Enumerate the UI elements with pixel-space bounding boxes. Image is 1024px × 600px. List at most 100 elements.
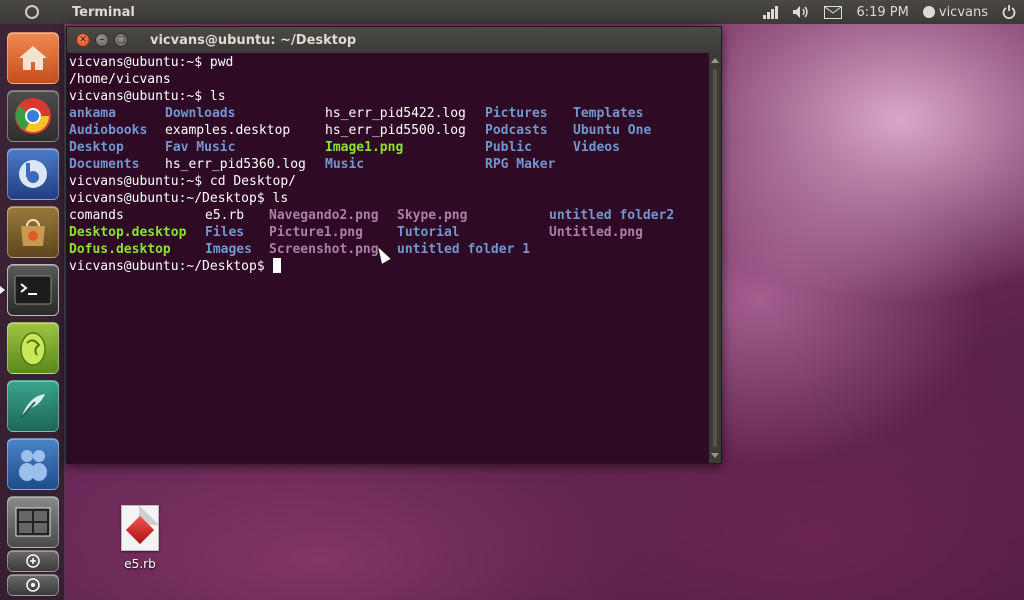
launcher-ankama[interactable] bbox=[7, 438, 59, 490]
ls-entry: Public bbox=[485, 140, 532, 155]
apps-icon bbox=[26, 554, 40, 568]
launcher-applications[interactable] bbox=[7, 550, 59, 572]
ls-entry: Skype.png bbox=[397, 208, 468, 223]
network-signal-icon[interactable] bbox=[763, 5, 779, 19]
terminal-line: vicvans@ubuntu:~$ cd Desktop/ bbox=[69, 173, 709, 190]
terminal-window[interactable]: ✕ – □ vicvans@ubuntu: ~/Desktop vicvans@… bbox=[66, 26, 722, 464]
ls-entry: Documents bbox=[69, 157, 140, 172]
maximize-button[interactable]: □ bbox=[114, 33, 128, 47]
ls-entry: comands bbox=[69, 208, 124, 223]
ls-entry: untitled folder 1 bbox=[397, 242, 531, 257]
home-icon bbox=[19, 46, 47, 70]
ls-entry: Tutorial bbox=[397, 225, 460, 240]
close-icon: ✕ bbox=[79, 34, 87, 45]
launcher-chromium[interactable] bbox=[7, 90, 59, 142]
ls-output-row: comands e5.rb Navegando2.png Skype.png untit… bbox=[69, 207, 709, 224]
shopping-bag-icon bbox=[21, 219, 45, 246]
launcher-rpg-maker[interactable] bbox=[7, 380, 59, 432]
launcher-terminal[interactable] bbox=[7, 264, 59, 316]
ls-entry: Desktop.desktop bbox=[69, 225, 187, 240]
ls-entry: hs_err_pid5360.log bbox=[165, 157, 306, 172]
chat-icon bbox=[19, 160, 47, 188]
ruby-file-icon bbox=[121, 505, 159, 551]
launcher-home-folder[interactable] bbox=[7, 32, 59, 84]
close-button[interactable]: ✕ bbox=[76, 33, 90, 47]
ls-entry: hs_err_pid5422.log bbox=[325, 106, 466, 121]
user-name: vicvans bbox=[938, 4, 988, 20]
ubuntu-logo-icon bbox=[25, 5, 39, 19]
ls-entry: Podcasts bbox=[485, 123, 548, 138]
ls-entry: Screenshot.png bbox=[269, 242, 379, 257]
ls-entry: hs_err_pid5500.log bbox=[325, 123, 466, 138]
ls-entry: Templates bbox=[573, 106, 644, 121]
scroll-up-arrow-icon[interactable] bbox=[711, 58, 719, 63]
terminal-line: /home/vicvans bbox=[69, 71, 709, 88]
ls-entry: Navegando2.png bbox=[269, 208, 379, 223]
desktop-icon-e5-rb[interactable]: e5.rb bbox=[110, 505, 170, 571]
launcher-software-center[interactable] bbox=[7, 206, 59, 258]
prompt-text: vicvans@ubuntu:~/Desktop$ bbox=[69, 259, 273, 274]
ls-entry: untitled folder2 bbox=[549, 208, 675, 223]
terminal-titlebar[interactable]: ✕ – □ vicvans@ubuntu: ~/Desktop bbox=[67, 27, 721, 53]
minimize-icon: – bbox=[99, 34, 105, 45]
ls-entry: Files bbox=[205, 225, 245, 240]
launcher-pidgin[interactable] bbox=[7, 148, 59, 200]
scroll-track[interactable] bbox=[713, 69, 717, 447]
ls-entry: Desktop bbox=[69, 140, 124, 155]
line-text: vicvans@ubuntu:~$ ls bbox=[69, 89, 226, 104]
line-text: /home/vicvans bbox=[69, 72, 171, 87]
launcher-workspace-switcher[interactable] bbox=[7, 496, 59, 548]
files-icon bbox=[26, 578, 40, 592]
window-title: vicvans@ubuntu: ~/Desktop bbox=[150, 32, 357, 48]
ls-entry: Picture1.png bbox=[269, 225, 363, 240]
terminal-line: vicvans@ubuntu:~$ ls bbox=[69, 88, 709, 105]
ls-entry: Pictures bbox=[485, 106, 548, 121]
ls-entry: Images bbox=[205, 242, 252, 257]
line-text: vicvans@ubuntu:~$ pwd bbox=[69, 55, 234, 70]
ls-entry: RPG Maker bbox=[485, 157, 556, 172]
maximize-icon: □ bbox=[116, 34, 126, 45]
volume-icon[interactable] bbox=[792, 5, 810, 19]
ls-entry: Image1.png bbox=[325, 140, 404, 155]
indicator-area: 6:19 PM vicvans bbox=[763, 5, 1024, 20]
ls-entry: Untitled.png bbox=[549, 225, 643, 240]
scroll-down-arrow-icon[interactable] bbox=[711, 453, 719, 458]
ls-entry: Downloads bbox=[165, 106, 236, 121]
chrome-icon bbox=[15, 98, 51, 134]
active-app-title: Terminal bbox=[72, 4, 135, 20]
user-menu[interactable]: vicvans bbox=[922, 4, 988, 20]
minimize-button[interactable]: – bbox=[95, 33, 109, 47]
mail-icon[interactable] bbox=[824, 5, 843, 19]
user-status-icon bbox=[922, 6, 935, 18]
launcher-dofus[interactable] bbox=[7, 322, 59, 374]
figures-icon bbox=[19, 450, 47, 481]
ls-output-row: Desktop Fav Music Image1.png Public Videos bbox=[69, 139, 709, 156]
terminal-line: vicvans@ubuntu:~/Desktop$ ls bbox=[69, 190, 709, 207]
workspaces-icon bbox=[15, 507, 51, 537]
line-text: vicvans@ubuntu:~$ cd Desktop/ bbox=[69, 174, 296, 189]
ls-entry: Audiobooks bbox=[69, 123, 148, 138]
top-panel: Terminal 6:19 PM vicvans bbox=[0, 0, 1024, 24]
desktop-icon-label: e5.rb bbox=[124, 557, 156, 571]
terminal-prompt-line: vicvans@ubuntu:~/Desktop$ bbox=[69, 258, 709, 275]
line-text: vicvans@ubuntu:~/Desktop$ ls bbox=[69, 191, 289, 206]
ls-output-row: Audiobooks examples.desktop hs_err_pid5500… bbox=[69, 122, 709, 139]
ls-entry: e5.rb bbox=[205, 208, 245, 223]
ls-entry: Fav Music bbox=[165, 140, 236, 155]
terminal-icon bbox=[14, 275, 52, 305]
power-icon[interactable] bbox=[1002, 5, 1016, 19]
launcher-active-indicator bbox=[0, 286, 5, 294]
quill-icon bbox=[20, 394, 45, 419]
terminal-scrollbar[interactable] bbox=[709, 53, 721, 463]
egg-icon bbox=[20, 332, 46, 366]
terminal-line: vicvans@ubuntu:~$ pwd bbox=[69, 54, 709, 71]
launcher-files[interactable] bbox=[7, 574, 59, 596]
clock[interactable]: 6:19 PM bbox=[856, 5, 908, 20]
ls-entry: Ubuntu One bbox=[573, 123, 652, 138]
launcher bbox=[0, 24, 65, 600]
ls-entry: examples.desktop bbox=[165, 123, 291, 138]
ubuntu-logo-button[interactable] bbox=[0, 0, 64, 24]
text-cursor bbox=[272, 258, 281, 273]
ls-output-row: Desktop.desktop Files Picture1.png Tutorial… bbox=[69, 224, 709, 241]
ls-entry: ankama bbox=[69, 106, 116, 121]
